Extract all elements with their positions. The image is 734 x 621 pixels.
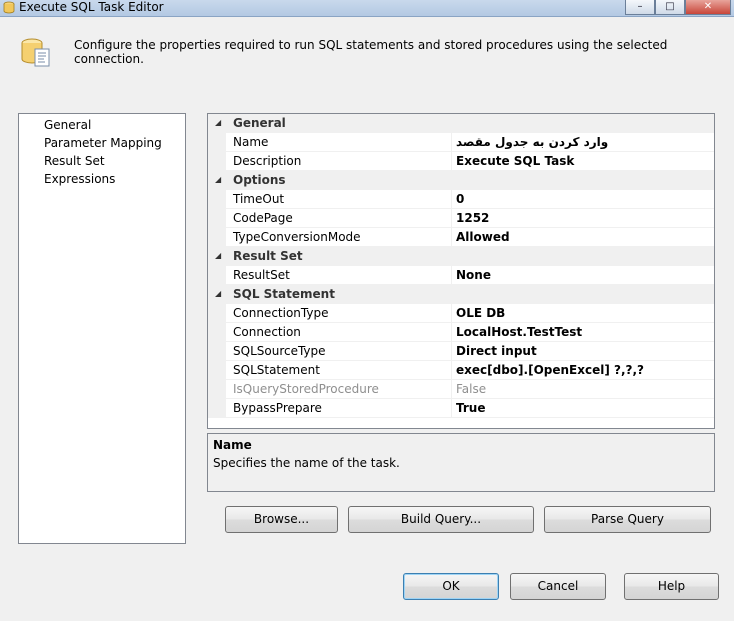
nav-item-general[interactable]: General bbox=[44, 117, 91, 133]
page-navigation-list[interactable]: General Parameter Mapping Result Set Exp… bbox=[18, 113, 186, 544]
property-name: Name bbox=[233, 135, 269, 149]
build-query-button[interactable]: Build Query... bbox=[348, 506, 534, 533]
category-sql-statement[interactable]: ◢ SQL Statement bbox=[208, 285, 714, 304]
category-options[interactable]: ◢ Options bbox=[208, 171, 714, 190]
property-row-timeout[interactable]: TimeOut 0 bbox=[208, 190, 714, 209]
property-value-sqlsourcetype[interactable]: Direct input bbox=[456, 344, 537, 358]
property-name: ResultSet bbox=[233, 268, 290, 282]
collapse-icon[interactable]: ◢ bbox=[215, 289, 221, 298]
property-value-timeout[interactable]: 0 bbox=[456, 192, 464, 206]
collapse-icon[interactable]: ◢ bbox=[215, 175, 221, 184]
property-value-connectiontype[interactable]: OLE DB bbox=[456, 306, 505, 320]
property-name: IsQueryStoredProcedure bbox=[233, 382, 379, 396]
property-row-typeconversionmode[interactable]: TypeConversionMode Allowed bbox=[208, 228, 714, 247]
minimize-button[interactable]: – bbox=[625, 0, 655, 15]
maximize-icon: □ bbox=[665, 1, 675, 12]
property-name: Connection bbox=[233, 325, 301, 339]
category-label: SQL Statement bbox=[233, 287, 335, 301]
property-row-connection[interactable]: Connection LocalHost.TestTest bbox=[208, 323, 714, 342]
nav-item-expressions[interactable]: Expressions bbox=[44, 171, 115, 187]
category-general[interactable]: ◢ General bbox=[208, 114, 714, 133]
property-name: SQLSourceType bbox=[233, 344, 326, 358]
maximize-button[interactable]: □ bbox=[655, 0, 685, 15]
nav-item-parameter-mapping[interactable]: Parameter Mapping bbox=[44, 135, 162, 151]
category-result-set[interactable]: ◢ Result Set bbox=[208, 247, 714, 266]
property-value-bypassprepare[interactable]: True bbox=[456, 401, 485, 415]
description-text: Specifies the name of the task. bbox=[213, 456, 400, 470]
property-value-sqlstatement[interactable]: exec[dbo].[OpenExcel] ?,?,? bbox=[456, 363, 644, 377]
nav-item-result-set[interactable]: Result Set bbox=[44, 153, 105, 169]
property-name: CodePage bbox=[233, 211, 293, 225]
category-label: General bbox=[233, 116, 286, 130]
property-value-codepage[interactable]: 1252 bbox=[456, 211, 489, 225]
collapse-icon[interactable]: ◢ bbox=[215, 251, 221, 260]
property-name: SQLStatement bbox=[233, 363, 320, 377]
property-value-isquerystoredprocedure: False bbox=[456, 382, 487, 396]
sql-task-icon bbox=[3, 1, 15, 14]
category-label: Options bbox=[233, 173, 286, 187]
property-grid[interactable]: ◢ General Name وارد کردن به جدول مقصد De… bbox=[207, 113, 715, 429]
window-title: Execute SQL Task Editor bbox=[19, 0, 164, 14]
property-value-description[interactable]: Execute SQL Task bbox=[456, 154, 574, 168]
property-name: BypassPrepare bbox=[233, 401, 322, 415]
ok-button[interactable]: OK bbox=[403, 573, 499, 600]
property-row-description[interactable]: Description Execute SQL Task bbox=[208, 152, 714, 171]
browse-button[interactable]: Browse... bbox=[225, 506, 338, 533]
property-row-sqlstatement[interactable]: SQLStatement exec[dbo].[OpenExcel] ?,?,? bbox=[208, 361, 714, 380]
property-value-resultset[interactable]: None bbox=[456, 268, 491, 282]
property-row-codepage[interactable]: CodePage 1252 bbox=[208, 209, 714, 228]
property-row-connectiontype[interactable]: ConnectionType OLE DB bbox=[208, 304, 714, 323]
property-value-typeconversionmode[interactable]: Allowed bbox=[456, 230, 510, 244]
property-name: Description bbox=[233, 154, 302, 168]
property-row-isquerystoredprocedure: IsQueryStoredProcedure False bbox=[208, 380, 714, 399]
close-button[interactable]: ✕ bbox=[685, 0, 731, 15]
title-bar[interactable]: Execute SQL Task Editor – □ ✕ bbox=[0, 0, 734, 17]
cancel-button[interactable]: Cancel bbox=[510, 573, 606, 600]
sql-task-large-icon bbox=[21, 38, 50, 67]
description-title: Name bbox=[213, 438, 252, 452]
property-row-bypassprepare[interactable]: BypassPrepare True bbox=[208, 399, 714, 418]
property-description-panel: Name Specifies the name of the task. bbox=[207, 433, 715, 492]
property-row-name[interactable]: Name وارد کردن به جدول مقصد bbox=[208, 133, 714, 152]
property-name: ConnectionType bbox=[233, 306, 329, 320]
property-name: TypeConversionMode bbox=[233, 230, 361, 244]
minimize-icon: – bbox=[637, 1, 643, 12]
category-label: Result Set bbox=[233, 249, 303, 263]
parse-query-button[interactable]: Parse Query bbox=[544, 506, 711, 533]
property-name: TimeOut bbox=[233, 192, 285, 206]
header-description: Configure the properties required to run… bbox=[74, 38, 668, 66]
close-icon: ✕ bbox=[703, 1, 713, 12]
property-value-name[interactable]: وارد کردن به جدول مقصد bbox=[456, 135, 608, 149]
help-button[interactable]: Help bbox=[624, 573, 719, 600]
collapse-icon[interactable]: ◢ bbox=[215, 118, 221, 127]
property-row-sqlsourcetype[interactable]: SQLSourceType Direct input bbox=[208, 342, 714, 361]
property-value-connection[interactable]: LocalHost.TestTest bbox=[456, 325, 582, 339]
property-row-resultset[interactable]: ResultSet None bbox=[208, 266, 714, 285]
